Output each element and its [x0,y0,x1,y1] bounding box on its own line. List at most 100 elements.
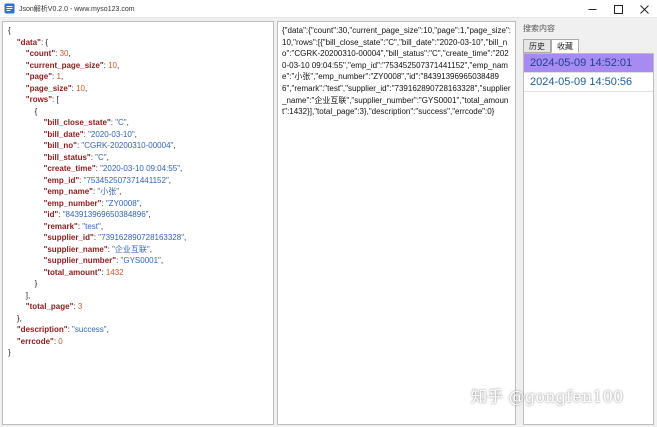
json-value: 1432 [105,267,124,277]
json-comma: , [126,118,129,127]
json-key: "emp_name" [43,187,93,196]
window-title: Json解析V0.2.0 - www.myso123.com [19,5,135,13]
json-comma: , [180,164,183,173]
json-key: "total_amount" [43,267,102,277]
json-comma: , [60,72,64,81]
json-comma: , [106,152,109,162]
json-comma: , [160,256,164,265]
minimize-icon [588,8,596,10]
json-key: "supplier_number" [43,256,117,265]
tree-line: "remark": "test", [8,221,273,233]
minimize-button[interactable] [579,0,605,18]
history-panel: 搜索内容 历史 收藏 2024-05-09 14:52:01 2024-05-0… [519,18,655,427]
json-value: "C" [95,152,107,162]
json-value: 30 [59,49,69,58]
maximize-icon [613,4,623,14]
json-key: "rows" [25,95,53,104]
tree-line: "rows": [ [8,94,273,106]
tab-favorites[interactable]: 收藏 [551,39,579,53]
tree-line: } [8,278,273,290]
tree-line: "id": "843913969650384896", [8,209,273,221]
json-punctuation: }, [16,313,22,323]
json-punctuation: { [8,26,11,35]
json-key: "id" [43,210,59,219]
json-value: 10 [108,60,117,70]
json-punctuation: : [ [52,95,59,104]
json-key: "bill_close_state" [43,118,111,127]
json-key: "create_time" [43,164,96,173]
json-comma: , [168,175,172,185]
json-value: "739162890728163328" [98,233,185,242]
json-key: "bill_status" [43,152,91,162]
tree-line: { [8,106,273,118]
tree-line: "supplier_name": "企业互联", [8,244,273,256]
tree-line: { [8,25,273,37]
json-value: 0 [58,336,63,346]
tree-line: }, [8,313,273,325]
tree-line: "errcode": 0 [8,336,273,348]
tree-line: "bill_date": "2020-03-10", [8,129,273,141]
history-item[interactable]: 2024-05-09 14:50:56 [524,73,653,92]
json-value: "2020-03-10 09:04:55" [100,164,181,173]
tree-line: "emp_id": "753452507371441152", [8,175,273,187]
json-key: "page" [25,72,53,81]
json-tree-view[interactable]: { "data": { "count": 30, "current_page_s… [2,21,274,425]
json-comma: , [106,325,109,334]
history-list[interactable]: 2024-05-09 14:52:01 2024-05-09 14:50:56 [523,53,654,425]
json-tree: { "data": { "count": 30, "current_page_s… [3,22,273,359]
json-key: "count" [25,49,56,58]
tab-history[interactable]: 历史 [523,39,551,53]
json-comma: , [84,83,88,93]
json-comma: , [68,49,71,58]
tree-line: } [8,347,273,359]
json-comma: , [149,244,152,254]
tree-line: "supplier_number": "GYS0001", [8,255,273,267]
history-tabs: 历史 收藏 [523,39,579,53]
tree-line: "count": 30, [8,48,273,60]
json-comma: , [173,141,176,150]
json-value: "GYS0001" [120,256,161,265]
json-value: 3 [77,302,83,311]
json-value: "小张" [97,187,120,196]
history-item[interactable]: 2024-05-09 14:52:01 [524,54,653,73]
json-key: "data" [16,37,41,47]
json-value: "753452507371441152" [83,175,169,185]
json-key: "bill_date" [43,129,84,139]
tree-line: "total_page": 3 [8,301,273,313]
tree-line: "create_time": "2020-03-10 09:04:55", [8,163,273,175]
tree-line: "supplier_id": "739162890728163328", [8,232,273,244]
close-button[interactable] [631,0,657,18]
tree-line: "current_page_size": 10, [8,60,273,72]
json-comma: , [119,187,122,196]
json-value: "test" [82,221,101,231]
json-punctuation: { [34,106,38,116]
app-icon [4,3,15,14]
json-comma: , [148,210,151,219]
json-key: "supplier_name" [43,244,108,254]
json-comma: , [100,221,104,231]
search-label: 搜索内容 [523,24,555,33]
json-key: "current_page_size" [25,60,104,70]
json-comma: , [134,129,137,139]
tree-line: "bill_status": "C", [8,152,273,164]
json-key: "errcode" [16,336,54,346]
json-punctuation: } [34,279,38,288]
tree-line: "bill_no": "CGRK-20200310-00004", [8,140,273,152]
tree-line: "emp_number": "ZY0008", [8,198,273,210]
json-value: "C" [115,118,127,127]
json-value: "CGRK-20200310-00004" [81,141,174,150]
json-value: "企业互联" [112,244,150,254]
raw-json-editor[interactable]: {"data":{"count":30,"current_page_size":… [277,21,516,425]
raw-json-text: {"data":{"count":30,"current_page_size":… [282,26,511,117]
tree-line: "data": { [8,37,273,49]
json-value: "success" [72,325,107,334]
main-area: { "data": { "count": 30, "current_page_s… [0,18,657,427]
json-punctuation: } [8,348,11,357]
json-comma: , [116,60,120,70]
json-key: "description" [16,325,68,334]
tree-line: "bill_close_state": "C", [8,117,273,129]
maximize-button[interactable] [605,0,631,18]
json-key: "bill_no" [43,141,77,150]
json-key: "page_size" [25,83,72,93]
tree-line: "total_amount": 1432 [8,267,273,279]
